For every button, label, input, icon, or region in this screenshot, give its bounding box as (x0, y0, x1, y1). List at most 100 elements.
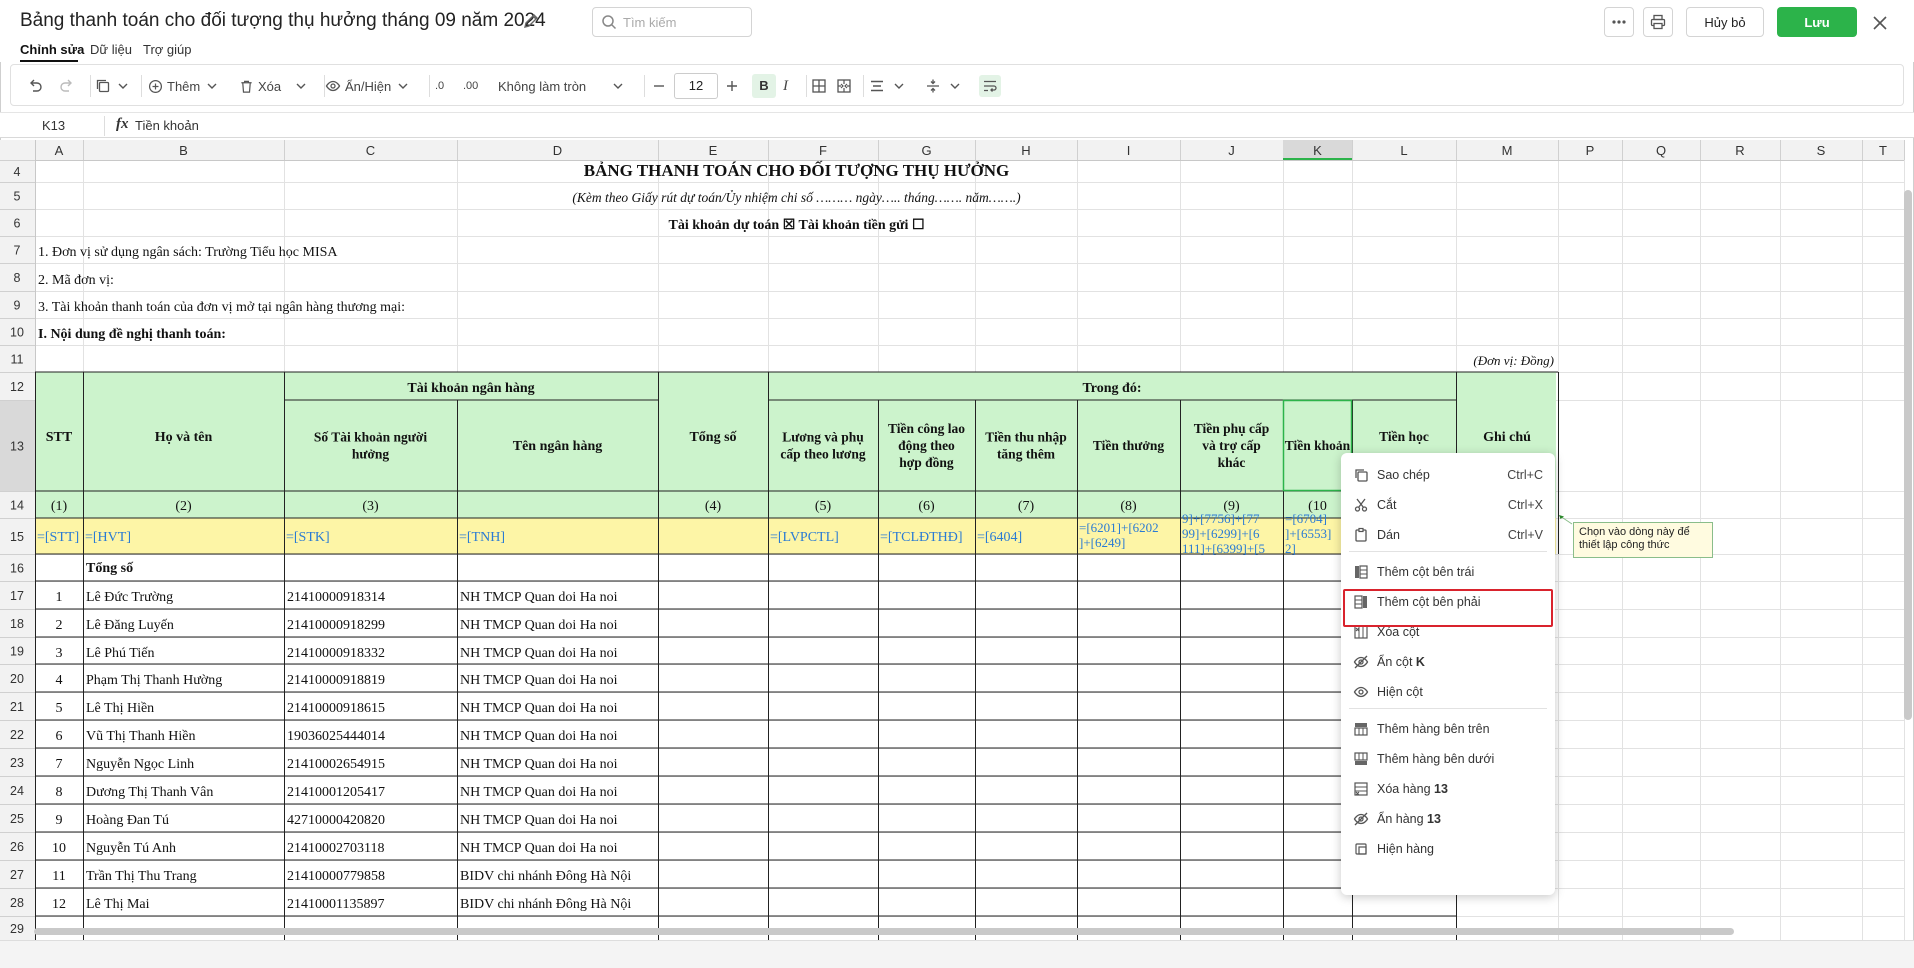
column-header-H[interactable]: H (1021, 143, 1030, 158)
tab-data[interactable]: Dữ liệu (90, 42, 132, 57)
vertical-align-button[interactable] (925, 75, 961, 97)
decrease-decimal-button[interactable]: .0 (435, 75, 444, 97)
search-box[interactable] (592, 7, 752, 37)
row-header-26[interactable]: 26 (10, 840, 24, 854)
save-button[interactable]: Lưu (1777, 7, 1857, 37)
column-header-D[interactable]: D (553, 143, 562, 158)
row-header-8[interactable]: 8 (14, 271, 21, 285)
column-header-K[interactable]: K (1313, 143, 1322, 158)
horizontal-scrollbar[interactable] (34, 928, 1734, 935)
more-options-button[interactable] (1604, 7, 1634, 37)
add-button[interactable]: Thêm (148, 75, 218, 97)
row-header-22[interactable]: 22 (10, 728, 24, 742)
font-size-input[interactable]: 12 (674, 73, 718, 99)
column-header-M[interactable]: M (1502, 143, 1513, 158)
font-size-decrease-button[interactable] (652, 75, 666, 97)
rounding-select[interactable]: Không làm tròn (498, 75, 624, 97)
row-header-20[interactable]: 20 (10, 672, 24, 686)
row-header-21[interactable]: 21 (10, 700, 24, 714)
formula-hint-callout: Chọn vào dòng này để thiết lập công thức (1573, 522, 1713, 558)
copy-format-button[interactable] (95, 75, 111, 97)
show-hide-button[interactable]: Ẩn/Hiện (325, 75, 409, 97)
tab-edit[interactable]: Chỉnh sửa (20, 42, 84, 57)
context-menu-item[interactable]: Thêm hàng bên trên (1341, 714, 1555, 744)
row-header-24[interactable]: 24 (10, 784, 24, 798)
row-account: 21410000918615 (287, 701, 385, 716)
align-button[interactable] (869, 75, 905, 97)
column-header-I[interactable]: I (1127, 143, 1131, 158)
row-header-14[interactable]: 14 (10, 499, 24, 513)
context-menu-item[interactable]: Thêm cột bên trái (1341, 557, 1555, 587)
column-header-J[interactable]: J (1228, 143, 1235, 158)
redo-button[interactable] (59, 75, 75, 97)
row-header-10[interactable]: 10 (10, 326, 24, 340)
row-header-4[interactable]: 4 (14, 165, 21, 179)
increase-decimal-button[interactable]: .00 (463, 75, 478, 97)
paste-icon (1355, 527, 1367, 542)
context-menu-item[interactable]: Xóa hàng 13 (1341, 774, 1555, 804)
close-icon[interactable] (1868, 11, 1892, 35)
borders-button[interactable] (811, 75, 827, 97)
row-header-16[interactable]: 16 (10, 562, 24, 576)
print-button[interactable] (1643, 7, 1673, 37)
context-menu-item[interactable]: Hiện hàng (1341, 834, 1555, 864)
italic-button[interactable]: I (783, 75, 788, 97)
formula-input[interactable]: Tiền khoản (135, 118, 199, 133)
merge-cells-button[interactable] (836, 75, 852, 97)
column-header-A[interactable]: A (55, 143, 64, 158)
row-header-5[interactable]: 5 (14, 190, 21, 204)
context-menu-item[interactable]: Cắt Ctrl+X (1341, 490, 1555, 520)
vertical-scrollbar[interactable] (1904, 190, 1912, 720)
column-header-T[interactable]: T (1879, 143, 1887, 158)
row-header-15[interactable]: 15 (10, 530, 24, 544)
row-header-9[interactable]: 9 (14, 299, 21, 313)
show-hide-label: Ẩn/Hiện (345, 78, 392, 94)
undo-button[interactable] (27, 75, 43, 97)
row-header-23[interactable]: 23 (10, 756, 24, 770)
cancel-button[interactable]: Hủy bỏ (1686, 7, 1764, 37)
row-header-27[interactable]: 27 (10, 868, 24, 882)
header-bonus: Tiền thưởng (1093, 438, 1164, 453)
context-menu-item[interactable]: Hiện cột (1341, 677, 1555, 707)
wrap-text-button[interactable] (979, 75, 1001, 97)
font-size-increase-button[interactable] (725, 75, 739, 97)
column-header-P[interactable]: P (1586, 143, 1595, 158)
row-header-13[interactable]: 13 (10, 440, 24, 454)
column-header-F[interactable]: F (819, 143, 827, 158)
column-header-G[interactable]: G (921, 143, 931, 158)
document-title: Bảng thanh toán cho đối tượng thụ hưởng … (20, 10, 546, 31)
column-header-S[interactable]: S (1817, 143, 1826, 158)
row-header-6[interactable]: 6 (14, 217, 21, 231)
total-label: Tổng số (86, 561, 134, 576)
context-menu-item[interactable]: Thêm hàng bên dưới (1341, 744, 1555, 774)
row-header-11[interactable]: 11 (11, 353, 24, 367)
column-header-L[interactable]: L (1400, 143, 1407, 158)
row-header-7[interactable]: 7 (14, 244, 21, 258)
tab-help[interactable]: Trợ giúp (143, 42, 192, 57)
copy-dropdown[interactable] (117, 75, 129, 97)
column-header-E[interactable]: E (709, 143, 718, 158)
cell-reference[interactable]: K13 (42, 118, 65, 133)
context-menu-item[interactable]: Dán Ctrl+V (1341, 520, 1555, 550)
column-header-C[interactable]: C (366, 143, 375, 158)
column-header-B[interactable]: B (179, 143, 188, 158)
row-header-29[interactable]: 29 (10, 922, 24, 936)
row-header-12[interactable]: 12 (10, 380, 24, 394)
plus-circle-icon (148, 79, 163, 93)
row-header-28[interactable]: 28 (10, 896, 24, 910)
context-menu-item[interactable]: Sao chép Ctrl+C (1341, 460, 1555, 490)
bold-button[interactable]: B (752, 74, 776, 98)
row-header-25[interactable]: 25 (10, 812, 24, 826)
header-k: Tiền khoản (1285, 438, 1351, 453)
column-header-R[interactable]: R (1735, 143, 1744, 158)
search-input[interactable] (623, 13, 747, 31)
row-stt: 10 (52, 841, 66, 856)
row-header-18[interactable]: 18 (10, 617, 24, 631)
row-header-17[interactable]: 17 (10, 589, 24, 603)
context-menu-item[interactable]: Ẩn hàng 13 (1341, 804, 1555, 834)
pencil-icon[interactable] (522, 13, 540, 31)
row-header-19[interactable]: 19 (10, 645, 24, 659)
delete-button[interactable]: Xóa (239, 75, 307, 97)
context-menu-item[interactable]: Ẩn cột K (1341, 647, 1555, 677)
column-header-Q[interactable]: Q (1656, 143, 1666, 158)
